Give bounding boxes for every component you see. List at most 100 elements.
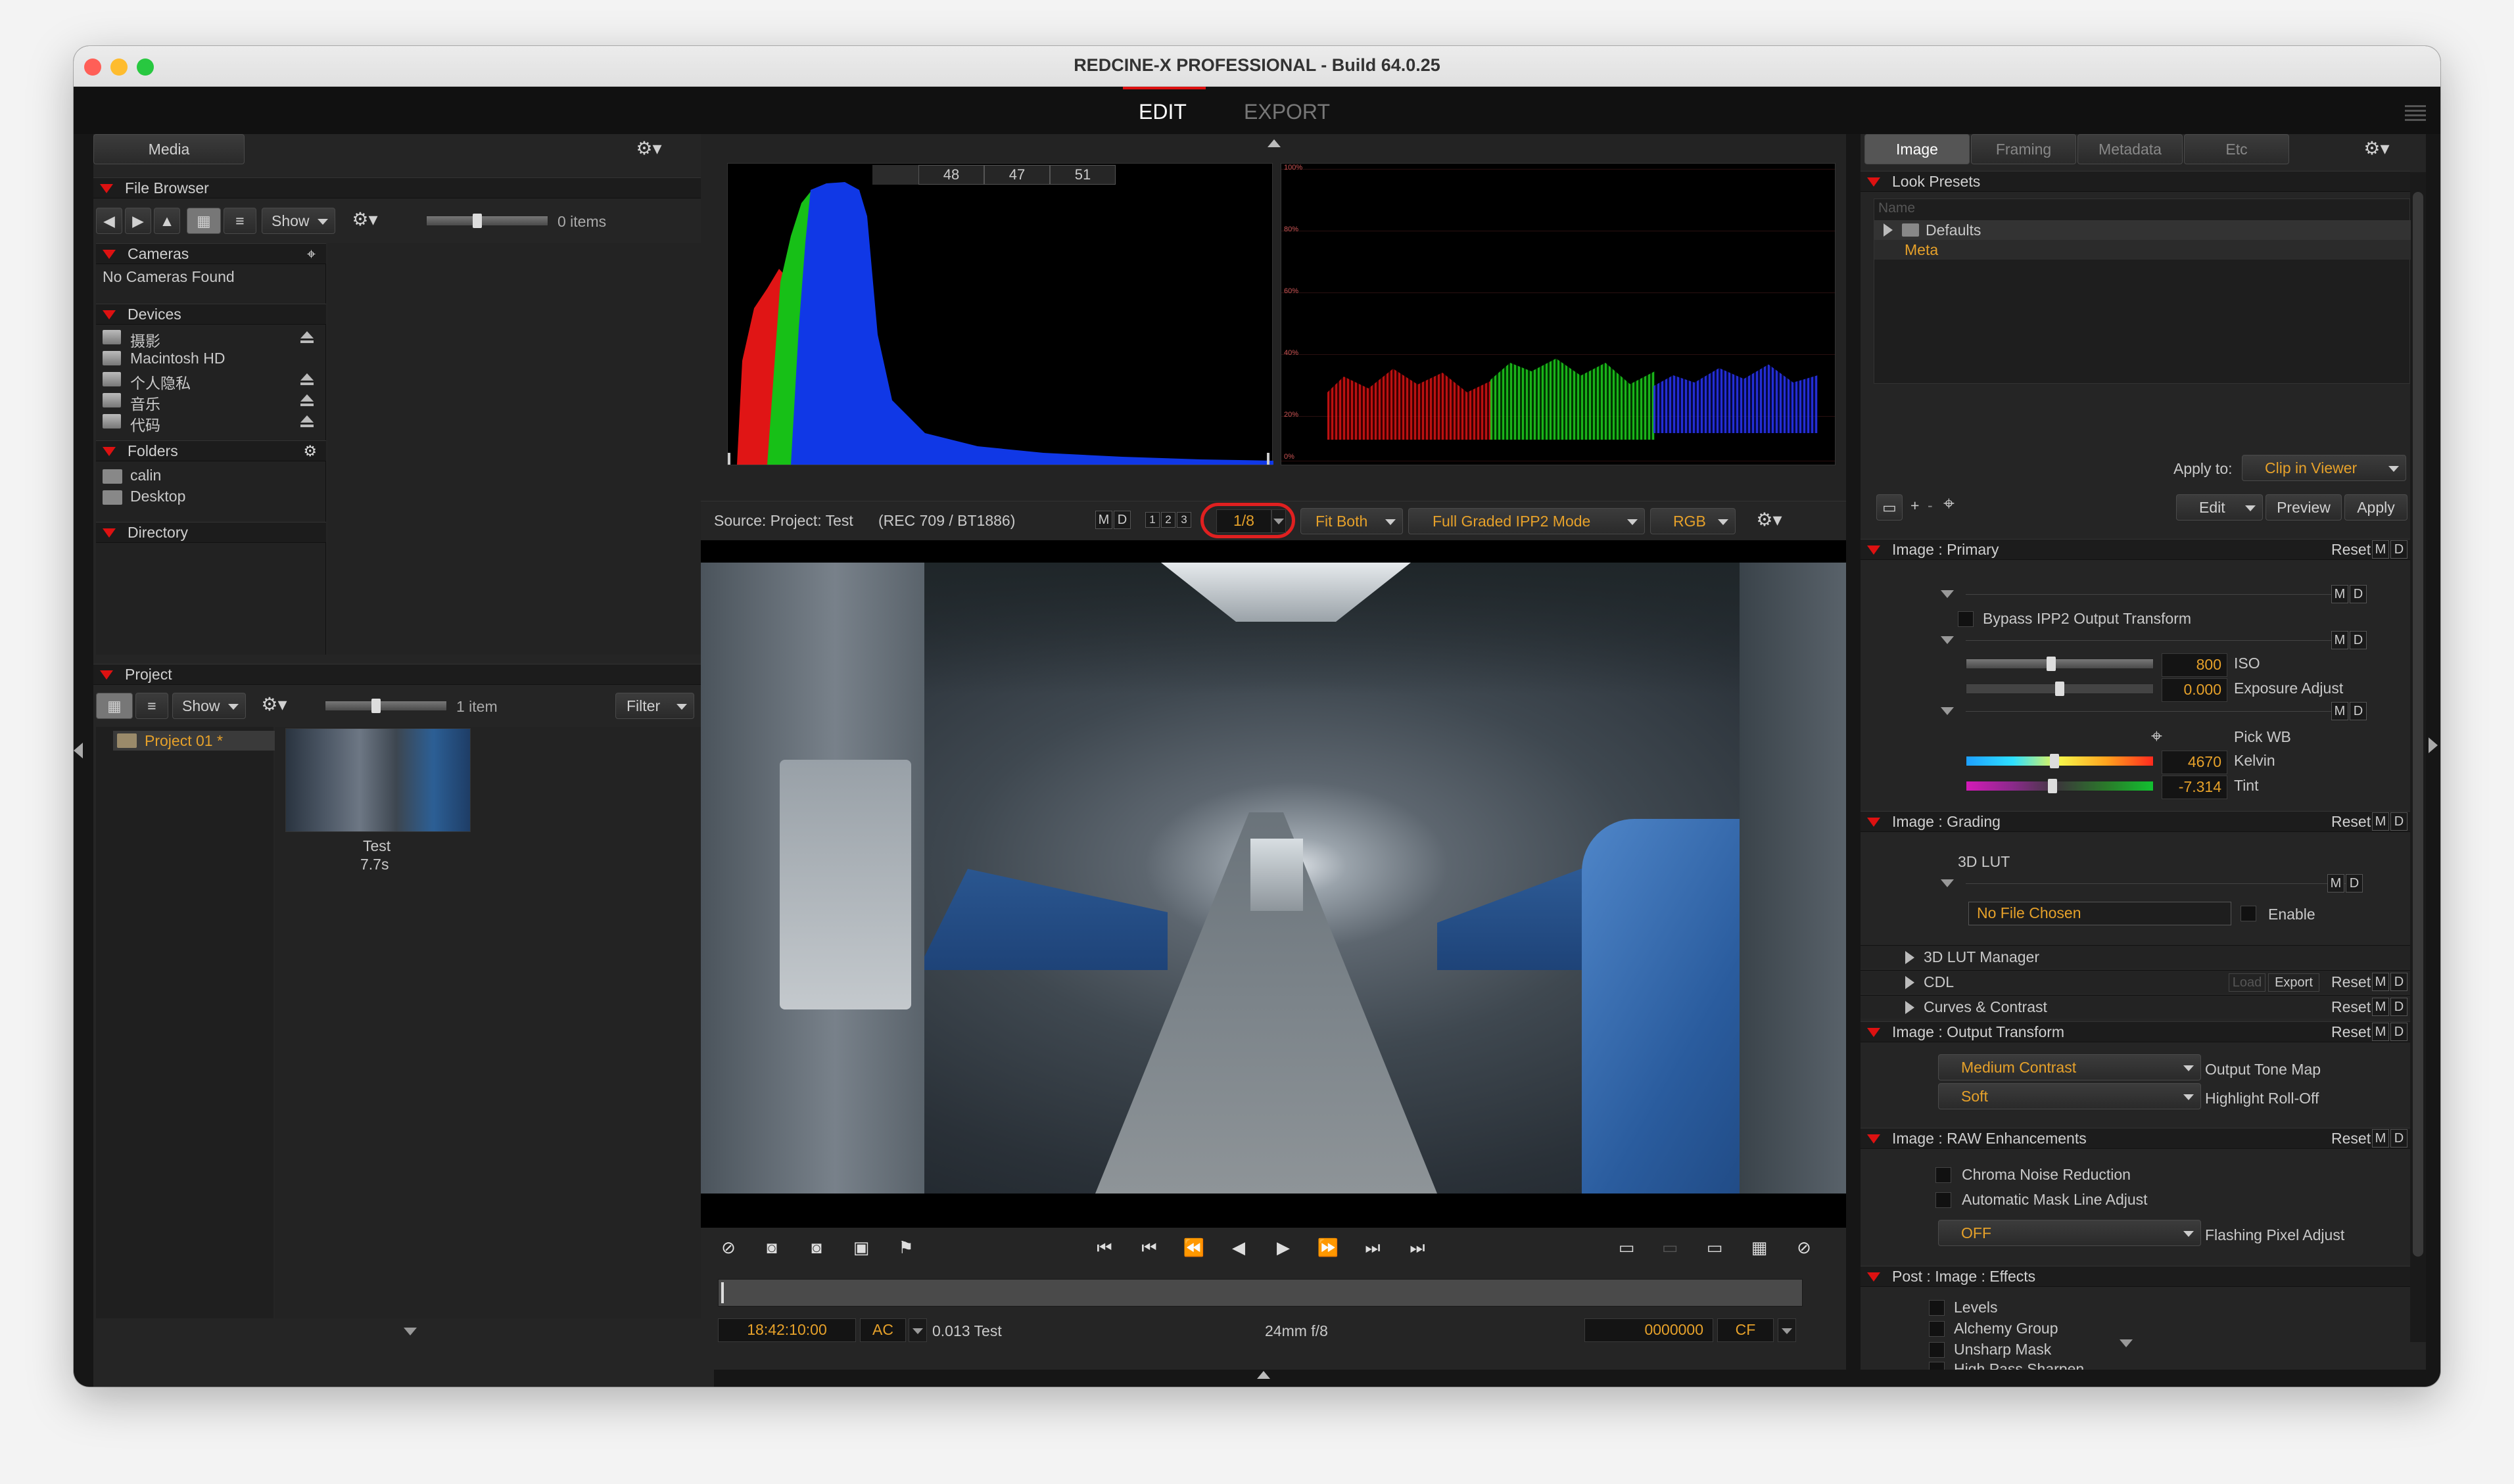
forward-icon[interactable]: ▶ (125, 208, 151, 234)
project-thumb-slider[interactable] (325, 699, 447, 713)
project-grid-view-icon[interactable]: ▦ (96, 693, 133, 719)
timecode-field[interactable]: 18:42:10:00 (718, 1318, 856, 1342)
aspect-icon[interactable]: ▭ (1696, 1229, 1733, 1266)
viewer-settings-gear-icon[interactable]: ⚙▾ (1746, 507, 1792, 533)
tab-metadata[interactable]: Metadata (2077, 134, 2183, 164)
iso-field[interactable]: 800 (2162, 653, 2227, 677)
folders-section-header[interactable]: Folders ⚙ (96, 440, 326, 461)
cdl-row[interactable]: CDL Load Export Reset: M D (1861, 970, 2410, 994)
media-settings-gear-icon[interactable]: ⚙▾ (626, 135, 672, 162)
raw-d-button[interactable]: D (2390, 1129, 2407, 1148)
file-browser-header[interactable]: File Browser (93, 177, 714, 198)
grading-m-button[interactable]: M (2372, 812, 2389, 831)
browser-gear-icon[interactable]: ⚙▾ (342, 206, 388, 233)
lut-file-field[interactable]: No File Chosen (1968, 902, 2231, 925)
cf-dropdown-arrow[interactable] (1778, 1318, 1796, 1342)
tone-map-dropdown[interactable]: Medium Contrast (1938, 1054, 2201, 1080)
crosshair-icon[interactable]: ⌖ (307, 244, 316, 264)
overlay-icon[interactable]: ⊘ (1786, 1229, 1822, 1266)
next-clip-icon[interactable]: ⏭ (1354, 1229, 1391, 1266)
frame-field[interactable]: 0000000 (1584, 1318, 1713, 1342)
step-back-icon[interactable]: ◀ (1220, 1229, 1257, 1266)
preset-meta[interactable]: Meta (1874, 240, 2411, 260)
cameras-section-header[interactable]: Cameras ⌖ (96, 243, 326, 264)
section-m-button[interactable]: M (2331, 585, 2348, 603)
edit-preset-dropdown[interactable]: Edit (2176, 494, 2263, 521)
marker-flag-icon[interactable]: ⚑ (888, 1229, 924, 1266)
resolution-dropdown-arrow[interactable] (1271, 509, 1286, 533)
roll-off-dropdown[interactable]: Soft (1938, 1083, 2201, 1109)
levels-checkbox[interactable] (1929, 1300, 1945, 1316)
flashing-pixel-dropdown[interactable]: OFF (1938, 1220, 2201, 1246)
viewer-m-button[interactable]: M (1095, 511, 1112, 529)
cdl-m-button[interactable]: M (2372, 973, 2389, 991)
list-view-icon[interactable]: ≡ (224, 208, 256, 234)
cut-icon[interactable]: ⊘ (710, 1229, 747, 1266)
effects-header[interactable]: Post : Image : Effects (1861, 1266, 2410, 1287)
apply-preset-button[interactable]: Apply (2344, 494, 2407, 521)
list-menu-icon[interactable] (2405, 105, 2426, 121)
bypass-checkbox[interactable] (1958, 611, 1974, 627)
eject-icon[interactable] (300, 373, 314, 386)
exposure-slider[interactable] (1966, 682, 2154, 696)
primary-m-button[interactable]: M (2372, 540, 2389, 559)
primary-d-button[interactable]: D (2390, 540, 2407, 559)
right-panel-toggle-icon[interactable] (2429, 737, 2438, 753)
chroma-noise-checkbox[interactable] (1935, 1167, 1951, 1183)
grid-view-icon[interactable]: ▦ (187, 208, 221, 234)
go-to-start-icon[interactable]: ⏮ (1086, 1229, 1123, 1266)
project-list-view-icon[interactable]: ≡ (135, 693, 168, 719)
devices-section-header[interactable]: Devices (96, 304, 326, 325)
exposure-field[interactable]: 0.000 (2162, 678, 2227, 702)
image-grading-header[interactable]: Image : Grading Reset: M D (1861, 811, 2410, 832)
tab-framing[interactable]: Framing (1971, 134, 2076, 164)
high-pass-checkbox[interactable] (1929, 1362, 1945, 1370)
project-show-dropdown[interactable]: Show (172, 693, 246, 719)
preset-target-icon[interactable]: ⌖ (1943, 493, 1955, 515)
kelvin-slider[interactable] (1966, 754, 2154, 768)
left-panel-toggle-icon[interactable] (74, 743, 83, 758)
tab-export[interactable]: EXPORT (1244, 100, 1330, 124)
image-primary-header[interactable]: Image : Primary Reset: M D (1861, 539, 2410, 560)
broadcast-icon[interactable]: ▭ (1651, 1229, 1688, 1266)
eject-icon[interactable] (300, 331, 314, 344)
frame-export-icon[interactable]: ▣ (843, 1229, 880, 1266)
timeline-scrubber[interactable] (718, 1279, 1803, 1307)
section-d-button[interactable]: D (2350, 702, 2367, 720)
iso-slider[interactable] (1966, 657, 2154, 671)
apply-to-dropdown[interactable]: Clip in Viewer (2242, 455, 2406, 481)
playhead[interactable] (721, 1282, 724, 1303)
preset-defaults[interactable]: Defaults (1874, 220, 2411, 240)
section-m-button[interactable]: M (2331, 702, 2348, 720)
page-3-button[interactable]: 3 (1177, 512, 1191, 528)
project-header[interactable]: Project (93, 664, 714, 685)
viewer-mode-dropdown[interactable]: Full Graded IPP2 Mode (1408, 508, 1645, 534)
page-1-button[interactable]: 1 (1145, 512, 1160, 528)
snapshot-icon[interactable]: ◙ (753, 1229, 790, 1266)
curves-d-button[interactable]: D (2390, 998, 2407, 1016)
section-d-button[interactable]: D (2350, 631, 2367, 649)
remove-preset-icon[interactable]: - (1928, 497, 1933, 515)
cf-field[interactable]: CF (1717, 1318, 1774, 1342)
up-folder-icon[interactable]: ▲ (154, 208, 180, 234)
output-transform-header[interactable]: Image : Output Transform Reset: M D (1861, 1021, 2410, 1042)
mask-line-checkbox[interactable] (1935, 1192, 1951, 1208)
lut-enable-checkbox[interactable] (2241, 906, 2256, 921)
cdl-d-button[interactable]: D (2390, 973, 2407, 991)
tint-slider[interactable] (1966, 779, 2154, 793)
tab-media[interactable]: Media (93, 134, 245, 164)
kelvin-field[interactable]: 4670 (2162, 751, 2227, 774)
play-icon[interactable]: ▶ (1265, 1229, 1302, 1266)
fit-dropdown[interactable]: Fit Both (1300, 508, 1403, 534)
tab-etc[interactable]: Etc (2184, 134, 2289, 164)
lut-m-button[interactable]: M (2327, 874, 2344, 893)
safe-area-icon[interactable]: ▦ (1741, 1229, 1778, 1266)
new-folder-icon[interactable]: ▭ (1876, 494, 1903, 521)
inspector-gear-icon[interactable]: ⚙▾ (2354, 135, 2400, 162)
viewer[interactable] (701, 540, 1846, 1228)
add-preset-icon[interactable]: + (1910, 497, 1919, 515)
lut-d-button[interactable]: D (2346, 874, 2363, 893)
tint-field[interactable]: -7.314 (2162, 776, 2227, 799)
raw-m-button[interactable]: M (2372, 1129, 2389, 1148)
eject-icon[interactable] (300, 394, 314, 407)
